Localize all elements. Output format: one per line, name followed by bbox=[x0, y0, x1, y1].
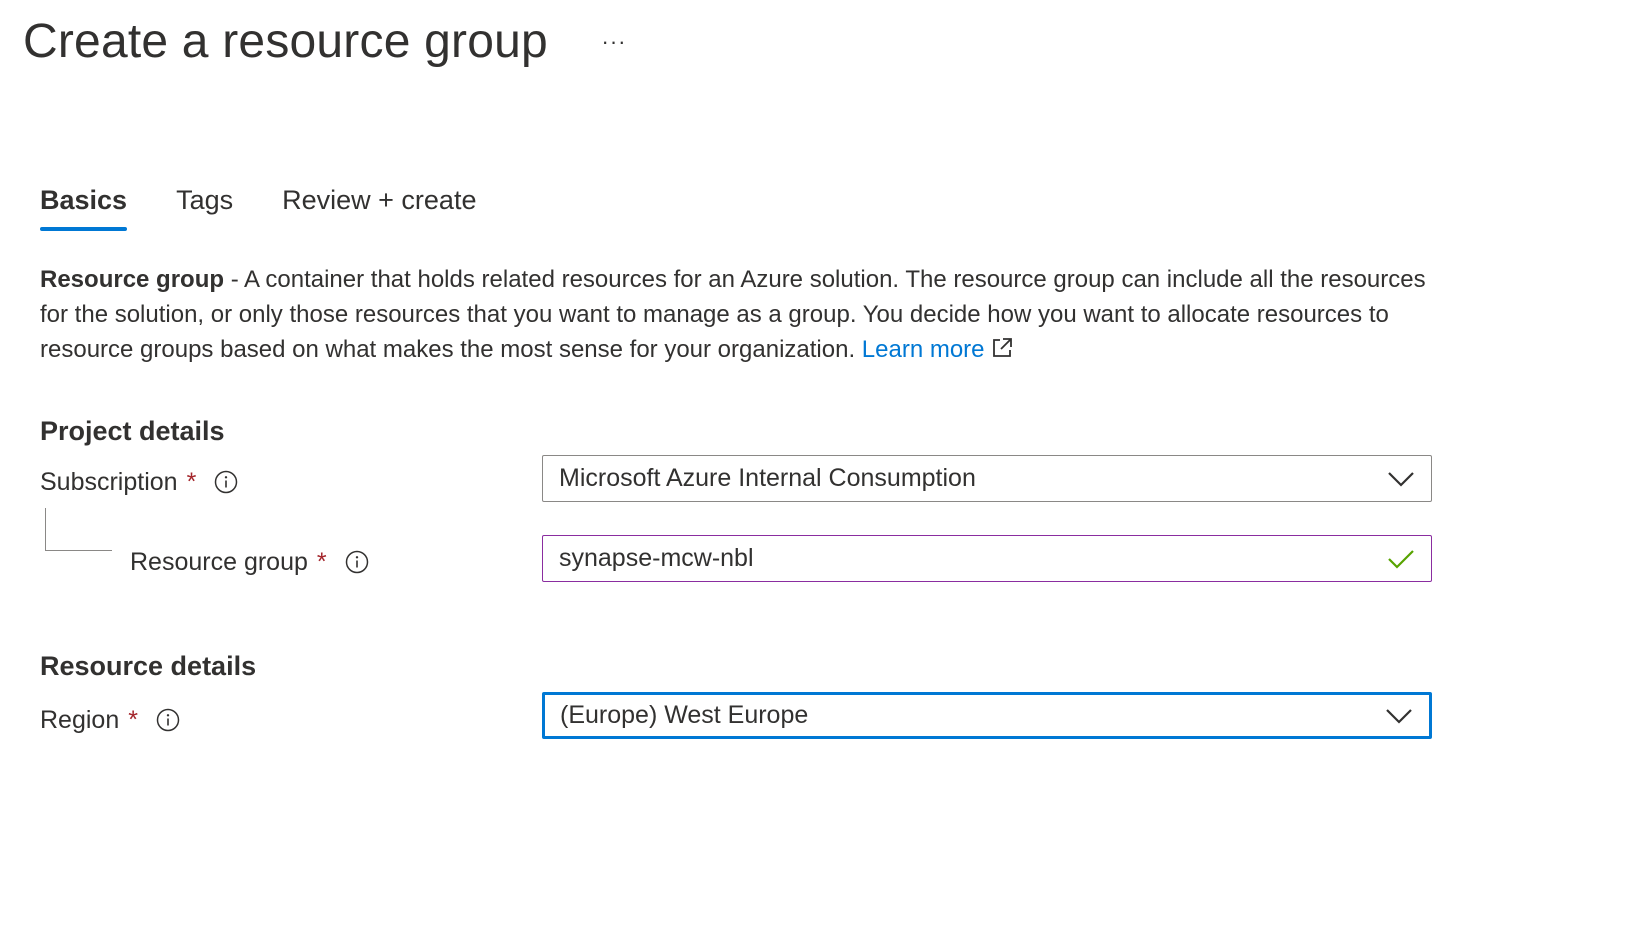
chevron-down-icon bbox=[1387, 470, 1415, 488]
external-link-icon[interactable] bbox=[991, 334, 1013, 369]
region-value: (Europe) West Europe bbox=[560, 701, 809, 729]
resource-group-label: Resource group bbox=[130, 548, 308, 576]
subscription-label: Subscription bbox=[40, 468, 178, 496]
region-label: Region bbox=[40, 706, 120, 734]
description-text: - A container that holds related resourc… bbox=[40, 266, 1426, 363]
required-marker: * bbox=[128, 706, 138, 734]
resource-group-value: synapse-mcw-nbl bbox=[559, 544, 754, 572]
learn-more-link[interactable]: Learn more bbox=[862, 336, 985, 363]
subscription-select[interactable]: Microsoft Azure Internal Consumption bbox=[542, 455, 1432, 502]
resource-details-heading: Resource details bbox=[40, 651, 257, 681]
description-term: Resource group bbox=[40, 266, 225, 293]
project-details-heading: Project details bbox=[40, 416, 225, 446]
subscription-value: Microsoft Azure Internal Consumption bbox=[559, 464, 976, 492]
tree-connector bbox=[45, 508, 112, 551]
tab-review-create[interactable]: Review + create bbox=[282, 183, 476, 229]
tab-basics[interactable]: Basics bbox=[40, 183, 128, 231]
page-title: Create a resource group bbox=[23, 15, 548, 68]
region-label-row: Region * bbox=[40, 704, 180, 736]
chevron-down-icon bbox=[1385, 707, 1413, 725]
subscription-label-row: Subscription * bbox=[40, 466, 238, 498]
info-icon[interactable] bbox=[345, 550, 369, 574]
resource-group-input[interactable]: synapse-mcw-nbl bbox=[542, 535, 1432, 582]
more-options-button[interactable]: ··· bbox=[596, 24, 632, 60]
resource-group-description: Resource group - A container that holds … bbox=[40, 262, 1440, 369]
checkmark-icon bbox=[1387, 548, 1415, 570]
info-icon[interactable] bbox=[156, 708, 180, 732]
region-select[interactable]: (Europe) West Europe bbox=[542, 692, 1432, 739]
tab-bar: Basics Tags Review + create bbox=[40, 183, 525, 231]
required-marker: * bbox=[186, 468, 197, 496]
required-marker: * bbox=[316, 548, 327, 576]
tab-tags[interactable]: Tags bbox=[176, 183, 233, 229]
info-icon[interactable] bbox=[214, 470, 238, 494]
resource-group-label-row: Resource group * bbox=[130, 546, 369, 578]
